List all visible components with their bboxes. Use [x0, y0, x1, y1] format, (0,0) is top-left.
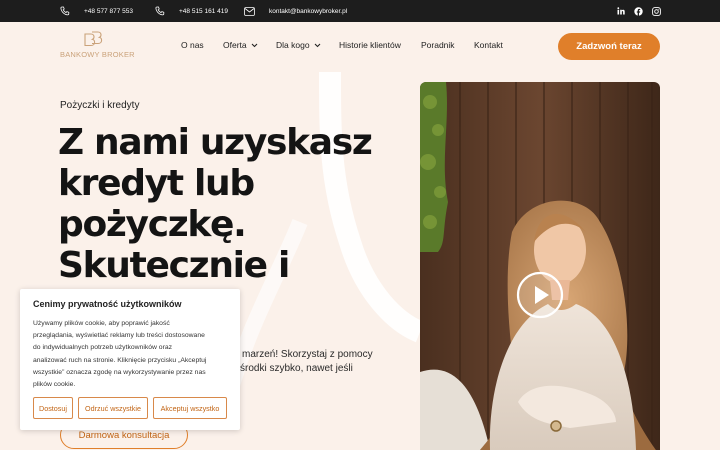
cookie-reject-all-button[interactable]: Odrzuć wszystkie: [78, 397, 148, 419]
nav-item-kontakt[interactable]: Kontakt: [474, 40, 503, 50]
cookie-text-line: analizować ruch na stronie. Kliknięcie p…: [33, 356, 207, 364]
phone-number-1: +48 577 877 553: [84, 7, 133, 15]
nav-item-oferta[interactable]: Oferta: [223, 40, 258, 50]
cookie-consent-dialog: Cenimy prywatność użytkowników Używamy p…: [20, 289, 240, 430]
email-address: kontakt@bankowybroker.pl: [269, 7, 348, 15]
phone-icon: [155, 6, 165, 16]
headline-line: pożyczkę.: [58, 204, 247, 245]
cookie-text-line: do indywidualnych potrzeb użytkowników o…: [33, 344, 173, 352]
instagram-link[interactable]: [652, 0, 661, 22]
nav-item-label: Oferta: [223, 40, 247, 50]
call-now-button[interactable]: Zadzwoń teraz: [558, 33, 660, 60]
nav-item-label: Poradnik: [421, 40, 455, 50]
cookie-description: Używamy plików cookie, aby poprawić jako…: [33, 318, 233, 391]
nav-item-poradnik[interactable]: Poradnik: [421, 40, 455, 50]
video-play-button[interactable]: [516, 271, 564, 319]
facebook-icon: [634, 6, 643, 16]
cookie-text-line: Używamy plików cookie, aby poprawić jako…: [33, 320, 170, 327]
headline-line: Skutecznie i: [58, 245, 290, 286]
nav-item-dla-kogo[interactable]: Dla kogo: [276, 40, 321, 50]
logo[interactable]: BANKOWY BROKER: [60, 31, 135, 65]
instagram-icon: [652, 6, 661, 16]
cookie-title: Cenimy prywatność użytkowników: [33, 299, 182, 309]
hero-photo: [420, 82, 660, 450]
logo-mark-icon: [84, 31, 103, 47]
top-bar: +48 577 877 553 +48 515 161 419 kontakt@…: [0, 0, 720, 22]
linkedin-link[interactable]: [617, 0, 625, 22]
nav-item-label: Dla kogo: [276, 40, 310, 50]
phone-link-1[interactable]: +48 577 877 553: [60, 0, 133, 22]
cookie-text-line: wszystkie” oznacza zgodę na wykorzystywa…: [33, 368, 206, 376]
lead-line: marzeń! Skorzystaj z pomocy: [242, 349, 373, 360]
nav-item-label: Kontakt: [474, 40, 503, 50]
cookie-text-line: przeglądania, wyświetlać reklamy lub tre…: [33, 332, 205, 340]
chevron-down-icon: [314, 43, 320, 47]
headline-line: kredyt lub: [58, 163, 255, 204]
facebook-link[interactable]: [634, 0, 643, 22]
phone-icon: [60, 6, 70, 16]
logo-text: BANKOWY BROKER: [60, 50, 135, 59]
cookie-customize-button[interactable]: Dostosuj: [33, 397, 73, 419]
nav-item-label: O nas: [181, 40, 204, 50]
headline-line: Z nami uzyskasz: [58, 122, 373, 163]
phone-link-2[interactable]: +48 515 161 419: [155, 0, 228, 22]
cookie-text-line: plików cookie.: [33, 381, 76, 389]
nav-item-label: Historie klientów: [339, 40, 401, 50]
email-link[interactable]: kontakt@bankowybroker.pl: [244, 0, 347, 22]
hero-eyebrow: Pożyczki i kredyty: [60, 100, 140, 111]
phone-number-2: +48 515 161 419: [179, 7, 228, 15]
cookie-accept-all-button[interactable]: Akceptuj wszystko: [153, 397, 227, 419]
chevron-down-icon: [251, 43, 258, 47]
nav-item-o-nas[interactable]: O nas: [181, 40, 204, 50]
nav-item-historie-klientow[interactable]: Historie klientów: [339, 40, 401, 50]
site-header: BANKOWY BROKER O nas Oferta Dla kogo His…: [0, 22, 720, 72]
lead-line: środki szybko, nawet jeśli: [240, 362, 353, 374]
linkedin-icon: [617, 7, 625, 15]
hero-headline: Z nami uzyskasz kredyt lub pożyczkę. Sku…: [58, 122, 418, 286]
mail-icon: [244, 6, 255, 16]
